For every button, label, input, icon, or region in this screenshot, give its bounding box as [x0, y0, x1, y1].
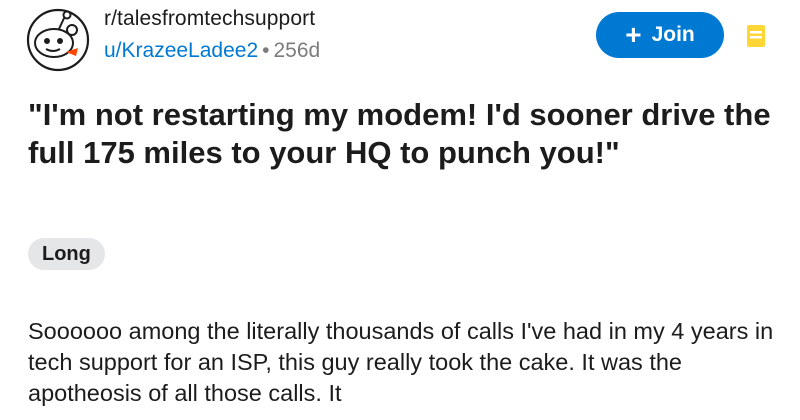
snoo-avatar-icon[interactable] — [26, 8, 90, 72]
post-title[interactable]: "I'm not restarting my modem! I'd sooner… — [28, 96, 788, 172]
byline: u/KrazeeLadee2 • 256d — [104, 38, 320, 64]
post-header: r/talesfromtechsupport u/KrazeeLadee2 • 25… — [0, 0, 800, 80]
mod-shield-icon[interactable] — [746, 24, 766, 48]
author-link[interactable]: u/KrazeeLadee2 — [104, 39, 258, 62]
plus-icon: + — [625, 19, 642, 50]
subreddit-link[interactable]: r/talesfromtechsupport — [104, 6, 320, 32]
post-age: 256d — [273, 39, 321, 62]
join-button-label: Join — [651, 23, 695, 46]
post-flair[interactable]: Long — [28, 238, 105, 270]
join-button[interactable]: + Join — [596, 12, 724, 58]
post-meta: r/talesfromtechsupport u/KrazeeLadee2 • 25… — [104, 6, 320, 64]
meta-separator: • — [262, 39, 270, 62]
post-body: Soooooo among the literally thousands of… — [28, 318, 774, 406]
